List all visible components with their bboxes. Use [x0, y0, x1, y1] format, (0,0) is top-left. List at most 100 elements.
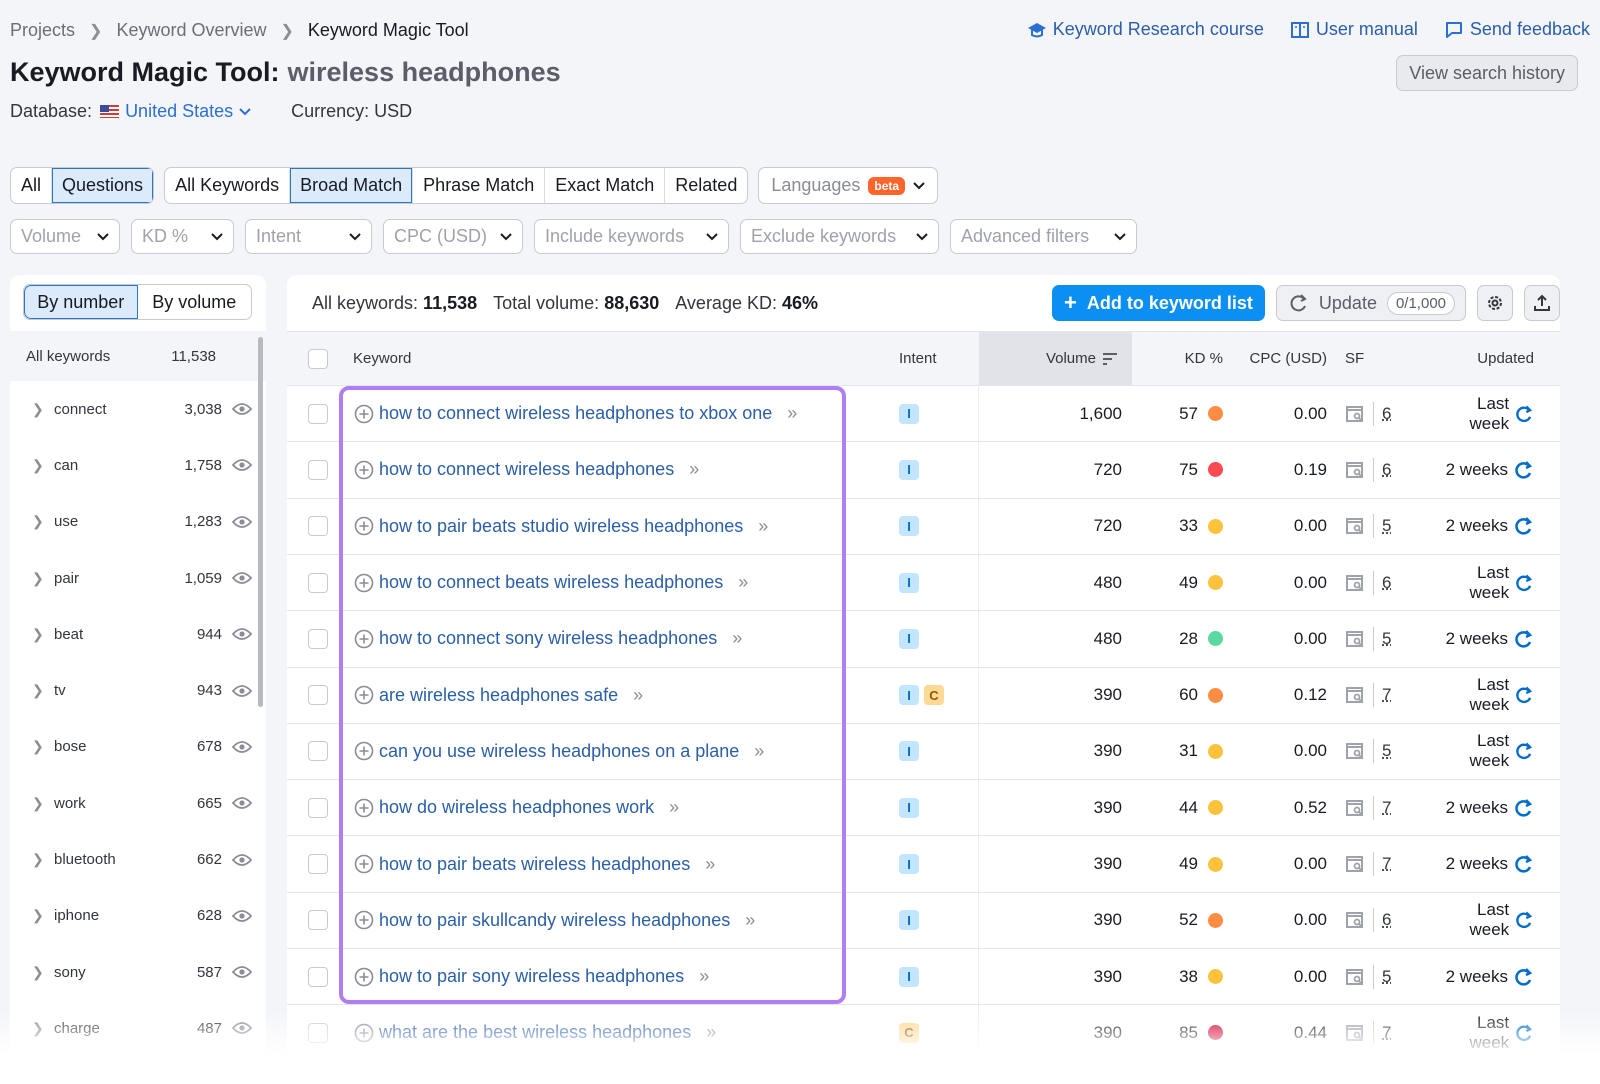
languages-dropdown[interactable]: Languages beta	[758, 167, 939, 204]
user-manual-link[interactable]: User manual	[1290, 19, 1418, 40]
row-checkbox[interactable]	[308, 628, 328, 649]
serp-features-icon[interactable]	[1345, 741, 1365, 761]
add-keyword-icon[interactable]	[354, 1023, 374, 1043]
serp-features-icon[interactable]	[1345, 910, 1365, 930]
serp-features-icon[interactable]	[1345, 854, 1365, 874]
row-checkbox[interactable]	[308, 572, 328, 593]
row-checkbox[interactable]	[308, 966, 328, 987]
keyword-group-item[interactable]: ❯ sony 587	[10, 944, 266, 1000]
serp-features-icon[interactable]	[1345, 629, 1365, 649]
keyword-link[interactable]: how to connect sony wireless headphones	[379, 628, 717, 649]
add-keyword-icon[interactable]	[354, 967, 374, 987]
sf-count[interactable]: 6	[1382, 404, 1391, 424]
keyword-link[interactable]: how to pair beats studio wireless headph…	[379, 516, 743, 537]
include-keywords-filter[interactable]: Include keywords	[534, 219, 729, 254]
double-chevron-icon[interactable]: »	[738, 572, 748, 593]
refresh-icon[interactable]	[1515, 404, 1534, 424]
double-chevron-icon[interactable]: »	[689, 459, 699, 480]
database-selector[interactable]: United States	[125, 101, 251, 122]
keyword-group-item[interactable]: ❯ work 665	[10, 775, 266, 831]
volume-column-header[interactable]: Volume	[979, 332, 1132, 385]
keyword-link[interactable]: how to connect beats wireless headphones	[379, 572, 723, 593]
chevron-right-icon[interactable]: ❯	[32, 851, 54, 868]
eye-icon[interactable]	[232, 965, 252, 979]
intent-filter[interactable]: Intent	[245, 219, 372, 254]
serp-features-icon[interactable]	[1345, 967, 1365, 987]
sf-count[interactable]: 5	[1382, 967, 1391, 987]
sf-column-header[interactable]: SF	[1337, 350, 1437, 367]
tab-questions[interactable]: Questions	[52, 168, 154, 203]
chevron-right-icon[interactable]: ❯	[32, 626, 54, 643]
refresh-icon[interactable]	[1515, 1023, 1534, 1043]
intent-column-header[interactable]: Intent	[879, 350, 979, 367]
tab-all[interactable]: All	[11, 168, 53, 203]
sort-by-volume[interactable]: By volume	[138, 285, 252, 319]
chevron-right-icon[interactable]: ❯	[32, 907, 54, 924]
add-keyword-icon[interactable]	[354, 460, 374, 480]
refresh-icon[interactable]	[1514, 854, 1534, 874]
row-checkbox[interactable]	[308, 741, 328, 762]
keyword-link[interactable]: how to connect wireless headphones	[379, 459, 674, 480]
double-chevron-icon[interactable]: »	[758, 516, 768, 537]
tab-broad-match[interactable]: Broad Match	[290, 168, 414, 203]
double-chevron-icon[interactable]: »	[732, 628, 742, 649]
kd-filter[interactable]: KD %	[131, 219, 234, 254]
keyword-group-item[interactable]: ❯ iphone 628	[10, 888, 266, 944]
eye-icon[interactable]	[232, 402, 252, 416]
serp-features-icon[interactable]	[1345, 460, 1365, 480]
chevron-right-icon[interactable]: ❯	[32, 682, 54, 699]
refresh-icon[interactable]	[1514, 798, 1534, 818]
keyword-link[interactable]: how to connect wireless headphones to xb…	[379, 403, 772, 424]
keyword-group-item[interactable]: ❯ bluetooth 662	[10, 831, 266, 887]
refresh-icon[interactable]	[1514, 629, 1534, 649]
sf-count[interactable]: 5	[1382, 629, 1391, 649]
sf-count[interactable]: 5	[1382, 516, 1391, 536]
view-search-history-button[interactable]: View search history	[1396, 55, 1578, 91]
tab-related[interactable]: Related	[665, 168, 747, 203]
refresh-icon[interactable]	[1514, 460, 1534, 480]
settings-button[interactable]	[1477, 285, 1513, 321]
refresh-icon[interactable]	[1515, 741, 1534, 761]
refresh-icon[interactable]	[1515, 910, 1534, 930]
sf-count[interactable]: 7	[1382, 685, 1391, 705]
keyword-research-course-link[interactable]: Keyword Research course	[1027, 19, 1264, 40]
advanced-filters[interactable]: Advanced filters	[950, 219, 1137, 254]
keyword-group-item[interactable]: ❯ beat 944	[10, 606, 266, 662]
eye-icon[interactable]	[232, 740, 252, 754]
updated-column-header[interactable]: Updated	[1437, 350, 1560, 367]
keyword-group-item[interactable]: ❯ use 1,283	[10, 494, 266, 550]
refresh-icon[interactable]	[1515, 685, 1534, 705]
eye-icon[interactable]	[232, 515, 252, 529]
row-checkbox[interactable]	[308, 797, 328, 818]
tab-phrase-match[interactable]: Phrase Match	[413, 168, 546, 203]
double-chevron-icon[interactable]: »	[745, 910, 755, 931]
chevron-right-icon[interactable]: ❯	[32, 1020, 54, 1037]
keyword-link[interactable]: what are the best wireless headphones	[379, 1022, 691, 1043]
keyword-link[interactable]: can you use wireless headphones on a pla…	[379, 741, 739, 762]
add-keyword-icon[interactable]	[354, 573, 374, 593]
sf-count[interactable]: 7	[1382, 854, 1391, 874]
sf-count[interactable]: 6	[1382, 460, 1391, 480]
update-button[interactable]: Update 0/1,000	[1275, 285, 1466, 321]
double-chevron-icon[interactable]: »	[705, 854, 715, 875]
row-checkbox[interactable]	[308, 516, 328, 537]
eye-icon[interactable]	[232, 909, 252, 923]
keyword-link[interactable]: how to pair sony wireless headphones	[379, 966, 684, 987]
sort-by-number[interactable]: By number	[24, 285, 138, 319]
keyword-group-item[interactable]: ❯ can 1,758	[10, 437, 266, 493]
chevron-right-icon[interactable]: ❯	[32, 401, 54, 418]
chevron-right-icon[interactable]: ❯	[32, 457, 54, 474]
double-chevron-icon[interactable]: »	[787, 403, 797, 424]
tab-all-keywords[interactable]: All Keywords	[165, 168, 291, 203]
keyword-link[interactable]: how to pair beats wireless headphones	[379, 854, 690, 875]
eye-icon[interactable]	[232, 627, 252, 641]
export-button[interactable]	[1524, 285, 1560, 321]
volume-filter[interactable]: Volume	[10, 219, 120, 254]
row-checkbox[interactable]	[308, 910, 328, 931]
serp-features-icon[interactable]	[1345, 685, 1365, 705]
serp-features-icon[interactable]	[1345, 404, 1365, 424]
keyword-column-header[interactable]: Keyword	[349, 350, 879, 367]
kd-column-header[interactable]: KD %	[1132, 350, 1237, 367]
sf-count[interactable]: 6	[1382, 910, 1391, 930]
add-keyword-icon[interactable]	[354, 854, 374, 874]
